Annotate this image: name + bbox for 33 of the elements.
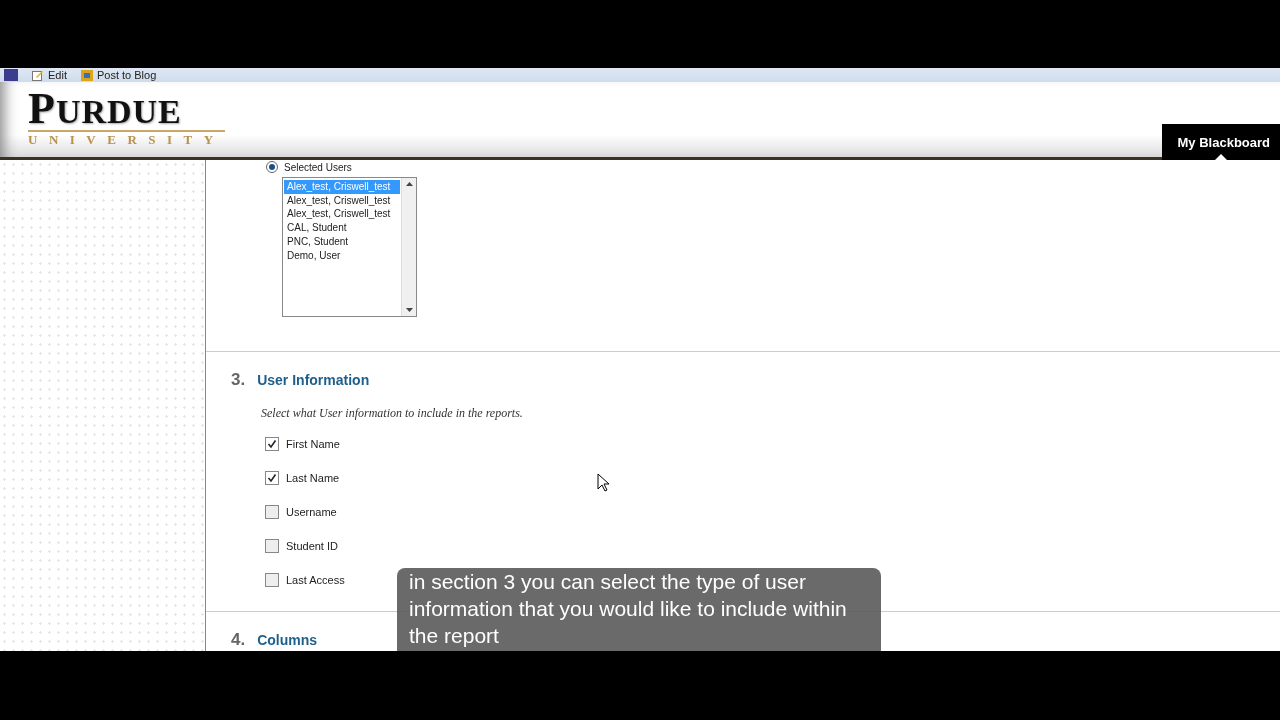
toolbar-button[interactable]: Post to Blog bbox=[80, 69, 157, 81]
checkbox[interactable] bbox=[265, 573, 279, 587]
pencil-icon bbox=[32, 69, 44, 81]
checkbox[interactable] bbox=[265, 437, 279, 451]
section-number: 4. bbox=[231, 630, 246, 650]
radio-button[interactable] bbox=[266, 161, 278, 173]
blog-icon bbox=[80, 69, 93, 81]
section-title: User Information bbox=[257, 372, 370, 388]
video-caption: in section 3 you can select the type of user information that you would like to include within the report bbox=[397, 568, 881, 651]
scroll-up-icon[interactable] bbox=[405, 182, 413, 186]
section-description: Select what User information to include in the reports. bbox=[261, 406, 524, 421]
list-item[interactable]: CAL, Student bbox=[284, 221, 400, 235]
list-item[interactable]: Demo, User bbox=[284, 248, 400, 263]
list-item[interactable]: Alex_test, Criswell_test bbox=[284, 207, 400, 222]
checkbox-label: Last Name bbox=[286, 472, 340, 484]
list-item[interactable]: PNC, Student bbox=[284, 234, 400, 249]
checkbox-label: Username bbox=[286, 506, 337, 518]
section-number: 3. bbox=[231, 370, 246, 390]
university-logo: PURDUE UNIVERSITY bbox=[28, 91, 225, 148]
checkbox[interactable] bbox=[265, 539, 279, 553]
scroll-down-icon[interactable] bbox=[405, 308, 413, 312]
user-listbox[interactable]: Alex_test, Criswell_test Alex_test, Criswell_test Alex_test, Criswell_test CAL, Student PNC, Student Demo, User bbox=[282, 177, 417, 317]
checkbox-label: First Name bbox=[286, 438, 340, 450]
radio-label: Selected Users bbox=[284, 161, 352, 173]
toolbar-button[interactable]: Edit bbox=[32, 69, 67, 81]
checkbox-label: Last Access bbox=[286, 574, 345, 586]
checkbox[interactable] bbox=[265, 471, 279, 485]
section-title: Columns bbox=[257, 632, 318, 648]
my-blackboard-tab[interactable]: My Blackboard bbox=[1161, 124, 1280, 160]
checkbox-label: Student ID bbox=[286, 540, 338, 552]
list-item[interactable]: Alex_test, Criswell_test bbox=[284, 193, 400, 208]
cursor-icon bbox=[597, 473, 610, 492]
checkbox[interactable] bbox=[265, 505, 279, 519]
